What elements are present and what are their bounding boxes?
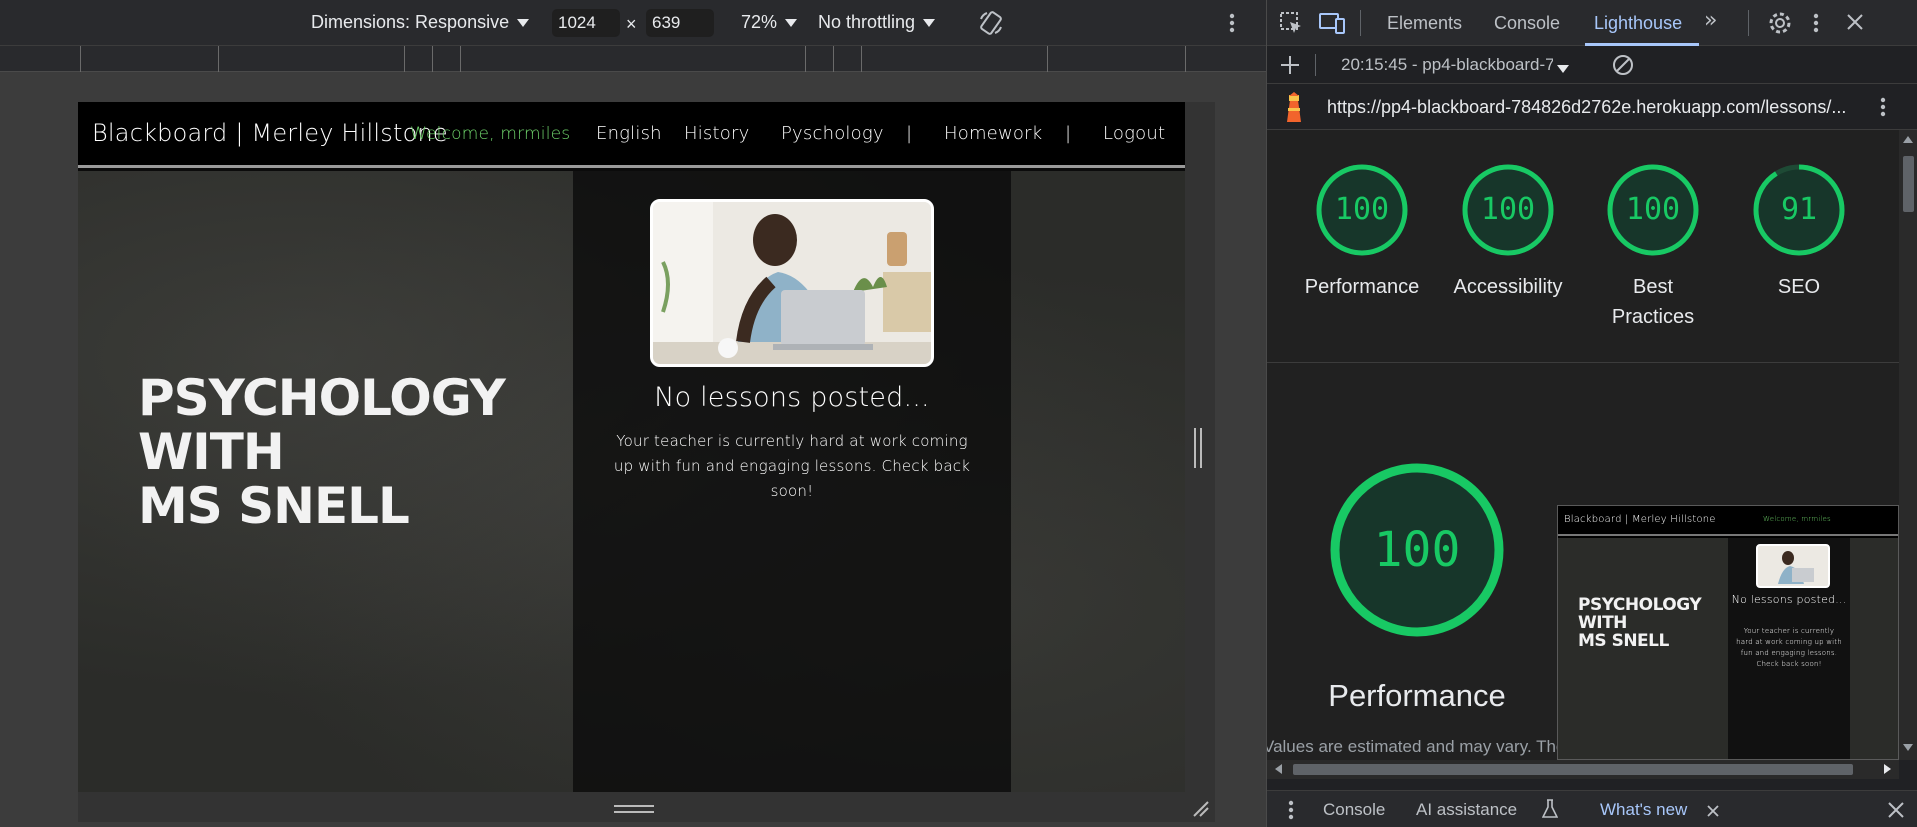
chevron-down-icon[interactable] [1557,58,1569,77]
report-url[interactable]: https://pp4-blackboard-784826d2762e.hero… [1327,97,1862,118]
report-url-bar: https://pp4-blackboard-784826d2762e.hero… [1267,84,1917,130]
thumb-title: Psychology with Ms Snell [1578,595,1702,651]
devtools-tabbar: Elements Console Lighthouse » [1267,0,1917,46]
resize-handle-icon[interactable] [1194,428,1202,468]
throttling-dropdown[interactable]: No throttling [818,12,936,33]
lighthouse-icon [1281,92,1307,128]
bottom-drawer: Console AI assistance What's new [1267,790,1917,827]
final-screenshot-thumbnail[interactable]: Blackboard | Merley Hillstone Welcome, m… [1557,505,1899,760]
scroll-down-icon[interactable] [1903,744,1913,751]
gauge-label-best-practices: Best Practices [1611,276,1695,328]
scrollbar-thumb[interactable] [1903,156,1914,212]
gauge-label-accessibility: Accessibility [1453,276,1563,298]
close-icon[interactable] [1845,12,1865,36]
gauge-label-seo: SEO [1777,276,1821,298]
report-selector[interactable]: 20:15:45 - pp4-blackboard-7 [1341,55,1553,75]
vertical-scrollbar[interactable] [1899,130,1917,760]
welcome-text: Welcome, mrmiles [410,124,571,144]
times-symbol: × [626,14,637,34]
performance-score-label: Performance [1328,678,1506,713]
width-input[interactable]: 1024 [552,9,620,37]
device-toolbar-toggle-icon[interactable] [1319,11,1345,39]
devtools-pane: Elements Console Lighthouse » 20:15:45 -… [1266,0,1917,827]
thumb-brand: Blackboard | Merley Hillstone [1564,514,1716,525]
corner-resize-icon[interactable] [1192,800,1210,818]
lighthouse-report: 100 100 100 91 Performance Accessibility… [1267,130,1899,760]
scrollbar-thumb[interactable] [1293,764,1853,775]
performance-score-value: 100 [1373,522,1461,578]
scroll-left-icon[interactable] [1275,764,1282,774]
site-brand[interactable]: Blackboard | Merley Hillstone [92,119,448,147]
gauge-label-performance: Performance [1304,276,1420,298]
nav-english[interactable]: English [596,123,662,144]
thumb-message: Your teacher is currently hard at work c… [1736,627,1842,668]
dimensions-dropdown[interactable]: Dimensions: Responsive [311,12,530,33]
nav-psychology[interactable]: Pyschology [781,123,884,144]
no-lessons-message: Your teacher is currently hard at work c… [613,432,971,500]
zoom-dropdown[interactable]: 72% [741,12,798,33]
flask-icon [1541,799,1559,823]
drawer-tab-console[interactable]: Console [1323,800,1385,820]
media-query-ruler[interactable] [0,46,1266,72]
device-mode-pane: Dimensions: Responsive 1024 × 639 72% No… [0,0,1266,827]
tab-lighthouse[interactable]: Lighthouse [1594,13,1682,34]
device-viewport[interactable]: Blackboard | Merley Hillstone Welcome, m… [78,102,1185,792]
nav-separator: | [1065,123,1072,144]
scroll-up-icon[interactable] [1903,136,1913,143]
site-navbar: Blackboard | Merley Hillstone Welcome, m… [78,102,1185,168]
tab-elements[interactable]: Elements [1387,13,1462,34]
drawer-tab-ai-assistance[interactable]: AI assistance [1416,800,1517,820]
gauge-accessibility[interactable]: 100 [1460,162,1556,258]
subject-title: Psychology with Ms Snell [138,369,506,535]
drawer-tab-whats-new[interactable]: What's new [1600,800,1687,820]
add-report-icon[interactable] [1279,54,1301,80]
lighthouse-toolbar: 20:15:45 - pp4-blackboard-7 [1267,46,1917,84]
more-vert-icon[interactable] [1812,12,1820,38]
more-vert-icon[interactable] [1287,799,1295,825]
divider [1267,362,1899,363]
more-tabs-icon[interactable]: » [1704,8,1717,33]
thumb-navbar: Blackboard | Merley Hillstone Welcome, m… [1558,506,1898,536]
gauge-performance[interactable]: 100 [1314,162,1410,258]
thumb-no-lessons: No lessons posted... [1731,593,1847,606]
no-lessons-heading: No lessons posted... [654,382,930,413]
thumb-board: Psychology with Ms Snell No lessons post… [1558,538,1898,759]
scroll-right-icon[interactable] [1884,764,1891,774]
close-drawer-icon[interactable] [1887,801,1905,823]
tab-console[interactable]: Console [1494,13,1560,34]
estimate-note: Values are estimated and may vary. The [1267,737,1566,756]
gauge-best-practices[interactable]: 100 [1605,162,1701,258]
nav-history[interactable]: History [684,123,749,144]
close-tab-icon[interactable] [1706,803,1720,822]
nav-homework[interactable]: Homework [944,123,1042,144]
more-vert-icon[interactable] [1228,12,1236,34]
rotate-icon[interactable] [978,10,1004,36]
thumb-welcome: Welcome, mrmiles [1763,515,1831,523]
clear-block-icon[interactable] [1611,53,1635,81]
tired-student-image [650,199,934,367]
horizontal-scrollbar[interactable] [1267,760,1899,779]
inspect-element-icon[interactable] [1279,11,1303,39]
more-vert-icon[interactable] [1879,96,1887,122]
nav-logout[interactable]: Logout [1103,123,1165,144]
thumb-image [1756,544,1830,588]
nav-separator: | [906,123,913,144]
gauge-seo[interactable]: 91 [1751,162,1847,258]
settings-gear-icon[interactable] [1768,11,1792,39]
resize-handle-icon[interactable] [614,805,654,813]
device-toolbar: Dimensions: Responsive 1024 × 639 72% No… [0,0,1266,46]
height-input[interactable]: 639 [646,9,714,37]
